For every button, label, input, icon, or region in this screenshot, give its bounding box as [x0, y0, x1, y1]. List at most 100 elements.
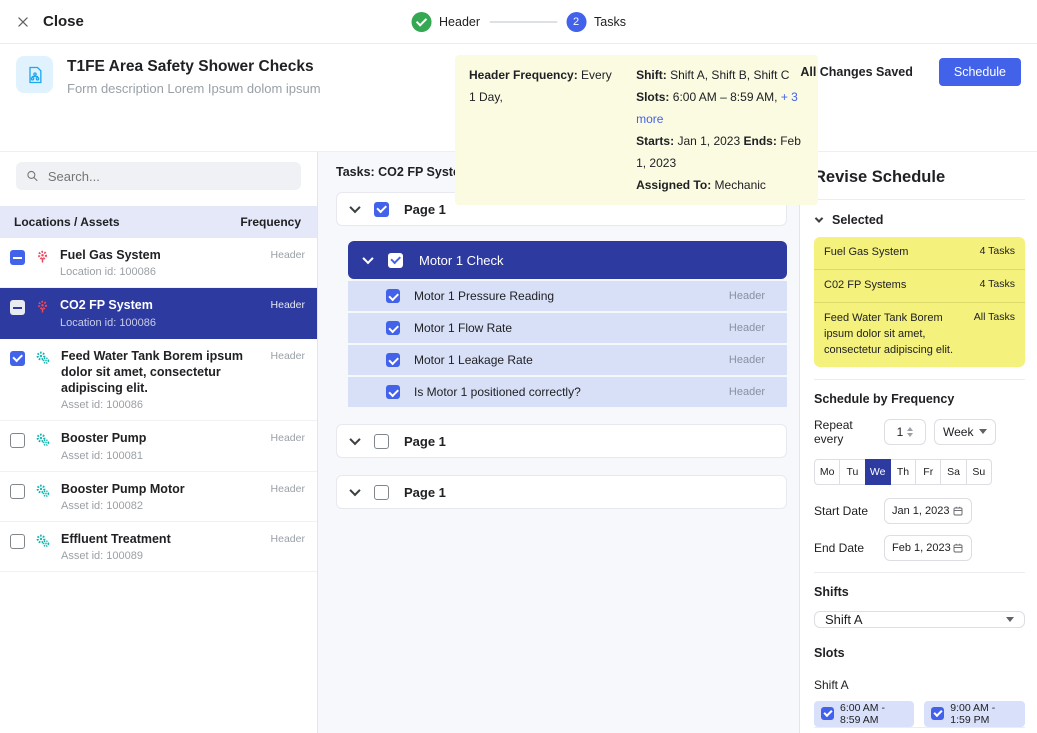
checkbox-checked[interactable] [386, 321, 400, 335]
asset-row-feed-water-tank[interactable]: Feed Water Tank Borem ipsum dolor sit am… [0, 339, 317, 422]
asset-id: Location id: 100086 [60, 317, 156, 329]
repeat-count-value: 1 [897, 425, 904, 439]
page-card-collapsed[interactable]: Page 1 [336, 424, 787, 458]
schedule-summary: Header Frequency: Every 1 Day, Shift: Sh… [455, 55, 818, 205]
close-label: Close [43, 13, 84, 30]
asset-row-co2-fp-system[interactable]: CO2 FP System Location id: 100086 Header [0, 288, 317, 338]
calendar-icon [952, 505, 964, 517]
slots-label: Slots: [636, 90, 669, 104]
task-row-pressure-reading[interactable]: Motor 1 Pressure Reading Header [348, 281, 787, 311]
page-card-collapsed[interactable]: Page 1 [336, 475, 787, 509]
checkbox-checked[interactable] [374, 202, 389, 217]
slots-value: 6:00 AM – 8:59 AM, [673, 90, 778, 104]
slot-chip-morning[interactable]: 6:00 AM - 8:59 AM [814, 701, 914, 727]
task-row-leakage-rate[interactable]: Motor 1 Leakage Rate Header [348, 345, 787, 375]
selected-item-name: Fuel Gas System [824, 245, 908, 261]
repeat-count-stepper[interactable]: 1 [884, 419, 926, 445]
step-tasks-label: Tasks [594, 15, 626, 29]
summary-shift: Shift: Shift A, Shift B, Shift C [636, 64, 804, 86]
checkbox-checked-inverse[interactable] [388, 253, 403, 268]
close-button[interactable]: Close [16, 13, 84, 30]
summary-frequency: Header Frequency: Every 1 Day, [469, 64, 614, 196]
checkbox-unchecked[interactable] [374, 485, 389, 500]
checkbox-checked[interactable] [931, 707, 944, 720]
step-header[interactable]: Header [411, 12, 480, 32]
shift-select-value: Shift A [825, 612, 863, 627]
day-button-su[interactable]: Su [966, 459, 992, 485]
selected-item-count: 4 Tasks [980, 278, 1015, 290]
search-input[interactable] [48, 169, 291, 184]
checkbox-unchecked[interactable] [374, 434, 389, 449]
selected-item: Feed Water Tank Borem ipsum dolor sit am… [814, 303, 1025, 367]
caret-down-icon [1006, 617, 1014, 622]
step-complete-check-icon [411, 12, 431, 32]
day-button-mo[interactable]: Mo [814, 459, 840, 485]
task-row-flow-rate[interactable]: Motor 1 Flow Rate Header [348, 313, 787, 343]
selected-item: Fuel Gas System 4 Tasks [814, 237, 1025, 270]
shift-label: Shift: [636, 68, 667, 82]
summary-slots: Slots: 6:00 AM – 8:59 AM, + 3 more [636, 86, 804, 130]
task-label: Is Motor 1 positioned correctly? [414, 385, 581, 399]
checkbox-checked[interactable] [10, 351, 25, 366]
selected-items-box: Fuel Gas System 4 Tasks C02 FP Systems 4… [814, 237, 1025, 367]
asset-row-booster-pump-motor[interactable]: Booster Pump Motor Asset id: 100082 Head… [0, 472, 317, 522]
shift-select[interactable]: Shift A [814, 611, 1025, 628]
checkbox-indeterminate[interactable] [10, 250, 25, 265]
chevron-down-icon[interactable] [349, 202, 360, 213]
chevron-down-icon[interactable] [349, 434, 360, 445]
task-row-positioned-correctly[interactable]: Is Motor 1 positioned correctly? Header [348, 377, 787, 407]
checkbox-checked[interactable] [386, 353, 400, 367]
asset-frequency: Header [271, 299, 305, 311]
end-date-picker[interactable]: Feb 1, 2023 [884, 535, 972, 561]
step-header-label: Header [439, 15, 480, 29]
assigned-value: Mechanic [715, 178, 766, 192]
asset-name: Booster Pump [61, 430, 146, 446]
locations-list-header: Locations / Assets Frequency [0, 206, 317, 238]
day-button-we[interactable]: We [865, 459, 891, 485]
chevron-down-icon[interactable] [362, 253, 373, 264]
asset-row-fuel-gas-system[interactable]: Fuel Gas System Location id: 100086 Head… [0, 238, 317, 288]
summary-assigned: Assigned To: Mechanic [636, 174, 804, 196]
checkbox-checked[interactable] [386, 385, 400, 399]
selected-collapse-toggle[interactable]: Selected [814, 200, 1025, 237]
checkbox-checked[interactable] [821, 707, 834, 720]
step-tasks[interactable]: 2 Tasks [566, 12, 626, 32]
asset-name: Booster Pump Motor [61, 481, 185, 497]
selected-item: C02 FP Systems 4 Tasks [814, 270, 1025, 303]
asset-row-booster-pump[interactable]: Booster Pump Asset id: 100081 Header [0, 421, 317, 471]
slot-chip-afternoon[interactable]: 9:00 AM - 1:59 PM [924, 701, 1025, 727]
top-bar: Close Header 2 Tasks [0, 0, 1037, 44]
day-button-fr[interactable]: Fr [915, 459, 941, 485]
valve-icon [35, 299, 50, 314]
repeat-every-row: Repeat every 1 Week [814, 418, 1025, 446]
checkbox-unchecked[interactable] [10, 484, 25, 499]
gears-icon [35, 533, 51, 549]
end-date-value: Feb 1, 2023 [892, 542, 951, 554]
schedule-button[interactable]: Schedule [939, 58, 1021, 86]
day-button-tu[interactable]: Tu [839, 459, 865, 485]
revise-title: Revise Schedule [814, 168, 1025, 187]
chevron-down-icon[interactable] [349, 485, 360, 496]
repeat-unit-value: Week [943, 425, 973, 439]
day-button-sa[interactable]: Sa [940, 459, 966, 485]
asset-row-effluent-treatment[interactable]: Effluent Treatment Asset id: 100089 Head… [0, 522, 317, 572]
day-button-th[interactable]: Th [890, 459, 916, 485]
form-subtitle: Form description Lorem Ipsum dolom ipsum [67, 81, 321, 96]
revise-schedule-panel: Revise Schedule Selected Fuel Gas System… [800, 152, 1037, 733]
divider [814, 379, 1025, 380]
asset-name: Fuel Gas System [60, 247, 161, 263]
stepper-arrows-icon[interactable] [907, 427, 913, 437]
repeat-unit-select[interactable]: Week [934, 419, 996, 445]
section-label: Motor 1 Check [419, 253, 504, 268]
close-icon [16, 15, 30, 29]
section-motor-1-check[interactable]: Motor 1 Check [348, 241, 787, 279]
checkbox-indeterminate[interactable] [10, 300, 25, 315]
asset-id: Asset id: 100086 [61, 399, 261, 411]
page-label: Page 1 [404, 434, 446, 449]
checkbox-unchecked[interactable] [10, 534, 25, 549]
step-connector [489, 21, 557, 23]
start-date-picker[interactable]: Jan 1, 2023 [884, 498, 972, 524]
search-box[interactable] [16, 162, 301, 190]
checkbox-unchecked[interactable] [10, 433, 25, 448]
checkbox-checked[interactable] [386, 289, 400, 303]
